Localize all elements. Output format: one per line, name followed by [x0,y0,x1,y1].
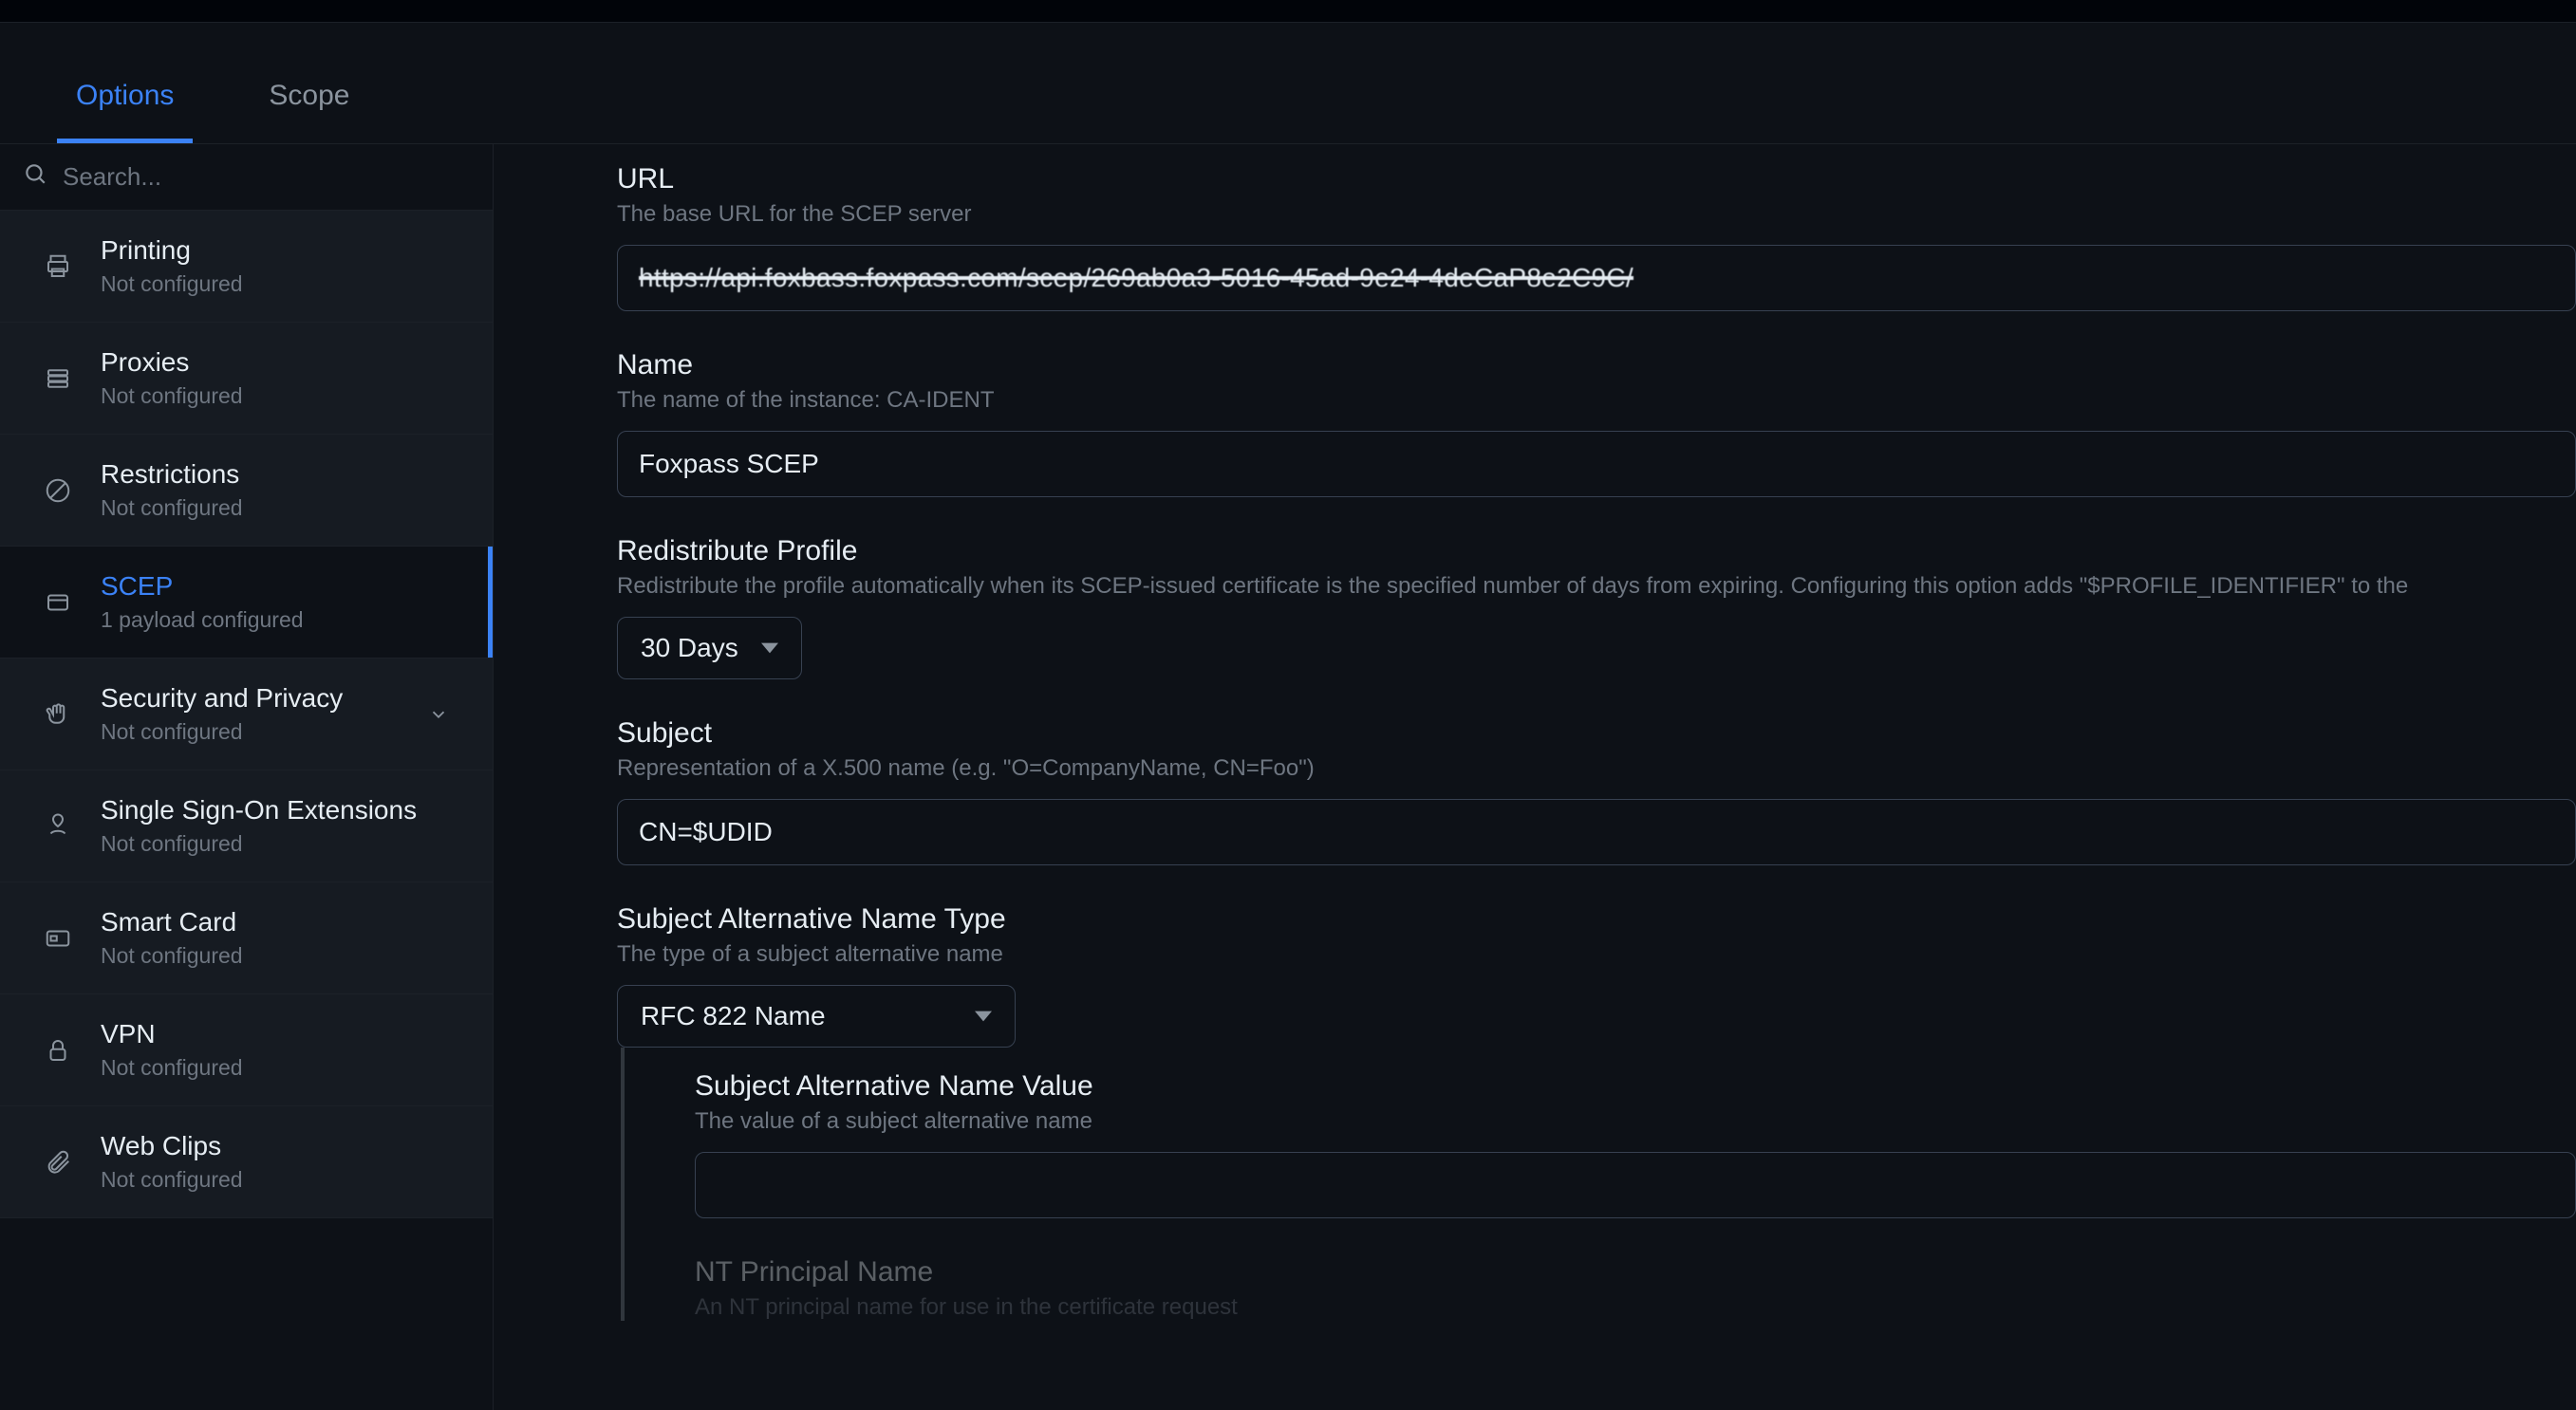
field-desc: An NT principal name for use in the cert… [695,1294,2576,1321]
sidebar-item-smartcard[interactable]: Smart Card Not configured [0,882,493,994]
san-value-input[interactable] [695,1152,2576,1218]
field-desc: The value of a subject alternative name [695,1108,2576,1135]
search-container [0,144,493,211]
field-san-type: Subject Alternative Name Type The type o… [617,903,2576,1321]
field-san-value: Subject Alternative Name Value The value… [695,1070,2576,1218]
sidebar-item-label: Security and Privacy [101,683,400,714]
sidebar-item-label: Proxies [101,347,451,378]
caret-down-icon [975,1001,992,1031]
sidebar-item-webclips[interactable]: Web Clips Not configured [0,1106,493,1218]
sidebar-item-label: SCEP [101,571,451,602]
field-url: URL The base URL for the SCEP server htt… [617,163,2576,311]
field-desc: The base URL for the SCEP server [617,201,2576,228]
field-redistribute: Redistribute Profile Redistribute the pr… [617,535,2576,679]
sidebar-item-sublabel: Not configured [101,719,400,745]
field-desc: Representation of a X.500 name (e.g. "O=… [617,755,2576,782]
sidebar-item-sublabel: Not configured [101,271,451,297]
sidebar-item-label: Printing [101,235,451,266]
restrictions-icon [42,474,74,507]
sidebar: Printing Not configured Proxies Not conf… [0,144,494,1410]
sso-icon [42,810,74,843]
search-input[interactable] [63,162,470,192]
sidebar-item-printing[interactable]: Printing Not configured [0,211,493,323]
url-input[interactable]: https://api.foxbass.foxpass.com/scep/269… [617,245,2576,311]
sidebar-item-proxies[interactable]: Proxies Not configured [0,323,493,435]
printer-icon [42,250,74,283]
field-subject: Subject Representation of a X.500 name (… [617,717,2576,865]
select-value: 30 Days [641,633,738,663]
sidebar-item-sublabel: Not configured [101,831,451,857]
sidebar-item-sublabel: Not configured [101,1167,451,1193]
tabbar: Options Scope [0,23,2576,144]
field-desc: Redistribute the profile automatically w… [617,573,2576,600]
sidebar-item-restrictions[interactable]: Restrictions Not configured [0,435,493,547]
sidebar-item-label: Web Clips [101,1131,451,1161]
sidebar-item-label: Single Sign-On Extensions [101,795,451,826]
san-type-select[interactable]: RFC 822 Name [617,985,1016,1048]
field-label: Subject Alternative Name Value [695,1070,2576,1103]
field-label: NT Principal Name [695,1256,2576,1289]
scep-icon [42,586,74,619]
caret-down-icon [761,633,778,663]
chevron-down-icon [426,702,451,727]
sidebar-item-sublabel: 1 payload configured [101,607,451,633]
paperclip-icon [42,1146,74,1178]
field-label: Subject [617,717,2576,750]
smartcard-icon [42,922,74,955]
sidebar-item-vpn[interactable]: VPN Not configured [0,994,493,1106]
field-desc: The name of the instance: CA-IDENT [617,387,2576,414]
sidebar-item-scep[interactable]: SCEP 1 payload configured [0,547,493,659]
hand-icon [42,698,74,731]
field-label: Name [617,349,2576,381]
sidebar-item-security[interactable]: Security and Privacy Not configured [0,659,493,770]
search-icon [23,161,47,193]
tab-options[interactable]: Options [57,57,193,143]
content-pane: URL The base URL for the SCEP server htt… [494,144,2576,1410]
field-desc: The type of a subject alternative name [617,941,2576,968]
url-value: https://api.foxbass.foxpass.com/scep/269… [639,263,1633,293]
sidebar-item-label: VPN [101,1019,451,1049]
sidebar-item-sublabel: Not configured [101,495,451,521]
name-input[interactable] [617,431,2576,497]
field-label: Redistribute Profile [617,535,2576,567]
lock-icon [42,1034,74,1067]
sidebar-item-sublabel: Not configured [101,1055,451,1081]
sidebar-item-sublabel: Not configured [101,383,451,409]
redistribute-select[interactable]: 30 Days [617,617,802,679]
sidebar-item-sublabel: Not configured [101,943,451,969]
proxies-icon [42,362,74,395]
sidebar-item-label: Smart Card [101,907,451,937]
field-label: URL [617,163,2576,195]
field-label: Subject Alternative Name Type [617,903,2576,936]
subject-input[interactable] [617,799,2576,865]
tab-scope[interactable]: Scope [250,57,368,143]
sidebar-item-label: Restrictions [101,459,451,490]
field-name: Name The name of the instance: CA-IDENT [617,349,2576,497]
sidebar-item-sso[interactable]: Single Sign-On Extensions Not configured [0,770,493,882]
select-value: RFC 822 Name [641,1001,952,1031]
field-nt-principal: NT Principal Name An NT principal name f… [695,1256,2576,1321]
